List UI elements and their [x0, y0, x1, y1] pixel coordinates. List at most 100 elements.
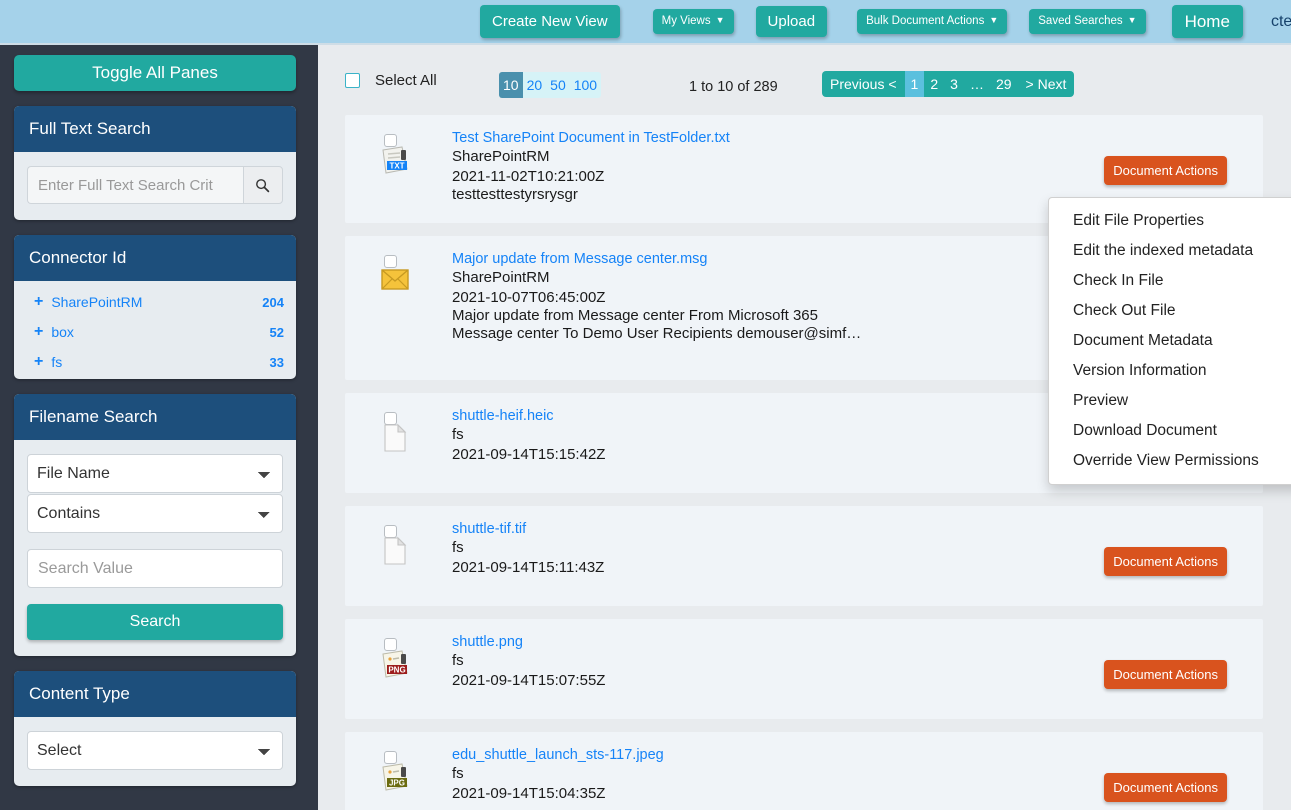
filename-search-button[interactable]: Search [27, 604, 283, 640]
document-actions-button[interactable]: Document Actions [1104, 773, 1227, 802]
bulk-document-actions-dropdown-button[interactable]: Bulk Document Actions ▼ [857, 8, 1008, 35]
page-size-100[interactable]: 100 [570, 72, 601, 98]
content-type-title: Content Type [14, 671, 296, 717]
connector-id-list: + SharePointRM 204 + box 52 + fs 33 [14, 281, 296, 379]
connector-item-box[interactable]: + box 52 [14, 317, 296, 347]
svg-text:PNG: PNG [388, 666, 405, 675]
row-actions-cell: Document Actions [1013, 520, 1263, 592]
menu-item-preview[interactable]: Preview [1049, 386, 1291, 416]
menu-item-edit-file-properties[interactable]: Edit File Properties [1049, 206, 1291, 236]
page-size-selector[interactable]: 10 20 50 100 [499, 72, 602, 98]
document-name-link[interactable]: Test SharePoint Document in TestFolder.t… [452, 130, 1013, 146]
row-details: edu_shuttle_launch_sts-117.jpeg fs 2021-… [407, 746, 1013, 810]
blank-file-icon [378, 422, 414, 456]
search-icon [256, 178, 270, 192]
document-actions-button[interactable]: Document Actions [1104, 547, 1227, 576]
pagination-page-1[interactable]: 1 [904, 71, 925, 97]
connector-item-sharepointrm[interactable]: + SharePointRM 204 [14, 287, 296, 317]
connector-count: 33 [269, 354, 284, 370]
row-actions-cell: Document Actions [1013, 633, 1263, 705]
pagination-ellipsis: … [969, 76, 984, 92]
document-snippet: testtesttestyrsrysgr [452, 186, 578, 203]
menu-item-edit-indexed-metadata[interactable]: Edit the indexed metadata [1049, 236, 1291, 266]
content-type-select[interactable]: Select [27, 731, 283, 770]
pagination-page-3[interactable]: 3 [944, 71, 964, 97]
document-date: 2021-09-14T15:11:43Z [452, 559, 605, 576]
full-text-search-panel: Full Text Search [14, 106, 296, 220]
saved-searches-dropdown-button[interactable]: Saved Searches ▼ [1029, 8, 1146, 35]
row-details: shuttle.png fs 2021-09-14T15:07:55Z [407, 633, 1013, 705]
png-file-icon: PNG [378, 648, 414, 682]
home-button[interactable]: Home [1171, 5, 1243, 38]
document-date: 2021-09-14T15:04:35Z [452, 785, 606, 802]
connector-count: 52 [269, 324, 284, 340]
pagination-previous[interactable]: Previous < [822, 71, 905, 97]
document-snippet: Major update from Message center From Mi… [452, 307, 862, 342]
pagination: Previous < 1 2 3 … 29 > Next [822, 71, 1075, 97]
filename-search-panel: Filename Search File Name Contains Searc… [14, 394, 296, 656]
filename-search-value-input[interactable] [27, 549, 283, 588]
user-menu[interactable]: ctest ☰ [1271, 13, 1291, 31]
connector-id-panel: Connector Id + SharePointRM 204 + box 52… [14, 235, 296, 379]
document-date: 2021-10-07T06:45:00Z [452, 289, 606, 306]
expand-plus-icon[interactable]: + [34, 353, 43, 371]
menu-item-document-metadata[interactable]: Document Metadata [1049, 326, 1291, 356]
document-actions-button[interactable]: Document Actions [1104, 156, 1227, 185]
upload-button[interactable]: Upload [755, 6, 828, 37]
menu-item-override-view-permissions[interactable]: Override View Permissions [1049, 446, 1291, 476]
row-details: shuttle-heif.heic fs 2021-09-14T15:15:42… [407, 407, 1013, 479]
jpg-file-icon: JPG [378, 761, 414, 795]
menu-item-version-information[interactable]: Version Information [1049, 356, 1291, 386]
left-sidebar: Toggle All Panes Full Text Search Connec… [0, 45, 318, 810]
document-name-link[interactable]: edu_shuttle_launch_sts-117.jpeg [452, 747, 1013, 763]
menu-item-download-document[interactable]: Download Document [1049, 416, 1291, 446]
top-navigation-bar: Create New View My Views ▼ Upload Bulk Do… [0, 0, 1291, 45]
menu-item-check-out-file[interactable]: Check Out File [1049, 296, 1291, 326]
svg-text:JPG: JPG [389, 779, 405, 788]
expand-plus-icon[interactable]: + [34, 293, 43, 311]
pagination-page-29[interactable]: 29 [990, 71, 1018, 97]
results-toolbar: Select All 10 20 50 100 1 to 10 of 289 P… [318, 45, 1291, 115]
document-connector: SharePointRM [452, 148, 550, 165]
blank-file-icon [378, 535, 414, 569]
my-views-dropdown-button[interactable]: My Views ▼ [652, 8, 734, 35]
connector-label[interactable]: box [51, 324, 269, 340]
document-date: 2021-11-02T10:21:00Z [452, 168, 605, 185]
chevron-down-icon: ▼ [1127, 14, 1137, 25]
row-actions-cell: Document Actions [1013, 746, 1263, 810]
connector-count: 204 [262, 294, 284, 310]
pagination-page-2[interactable]: 2 [924, 71, 944, 97]
expand-plus-icon[interactable]: + [34, 323, 43, 341]
page-size-10[interactable]: 10 [499, 72, 523, 98]
document-name-link[interactable]: shuttle.png [452, 634, 1013, 650]
toggle-all-panes-button[interactable]: Toggle All Panes [14, 55, 296, 91]
document-name-link[interactable]: Major update from Message center.msg [452, 251, 1013, 267]
full-text-search-button[interactable] [242, 166, 283, 204]
email-file-icon [378, 265, 414, 299]
document-name-link[interactable]: shuttle-heif.heic [452, 408, 1013, 424]
username-label: ctest [1270, 12, 1291, 30]
connector-label[interactable]: fs [51, 354, 269, 370]
connector-id-title: Connector Id [14, 235, 296, 281]
menu-item-check-in-file[interactable]: Check In File [1049, 266, 1291, 296]
document-connector: fs [452, 765, 464, 782]
select-all-checkbox[interactable] [345, 72, 360, 88]
content-type-body: Select [14, 717, 296, 786]
pagination-next[interactable]: > Next [1018, 71, 1075, 97]
row-details: Test SharePoint Document in TestFolder.t… [407, 129, 1013, 209]
document-actions-button[interactable]: Document Actions [1104, 660, 1227, 689]
row-details: Major update from Message center.msg Sha… [407, 250, 1013, 366]
table-row: shuttle-tif.tif fs 2021-09-14T15:11:43Z … [345, 506, 1263, 606]
create-new-view-button[interactable]: Create New View [480, 5, 620, 38]
connector-item-fs[interactable]: + fs 33 [14, 347, 296, 377]
document-name-link[interactable]: shuttle-tif.tif [452, 521, 1013, 537]
my-views-label: My Views [661, 14, 711, 27]
filename-field-select[interactable]: File Name [27, 454, 283, 493]
select-all-label: Select All [375, 71, 437, 89]
page-size-20[interactable]: 20 [523, 72, 547, 98]
table-row: PNG shuttle.png fs 2021-09-14T15:07:55Z … [345, 619, 1263, 719]
filename-operator-select[interactable]: Contains [27, 494, 283, 533]
page-size-50[interactable]: 50 [546, 72, 570, 98]
full-text-search-input[interactable] [27, 166, 243, 204]
connector-label[interactable]: SharePointRM [51, 294, 262, 310]
